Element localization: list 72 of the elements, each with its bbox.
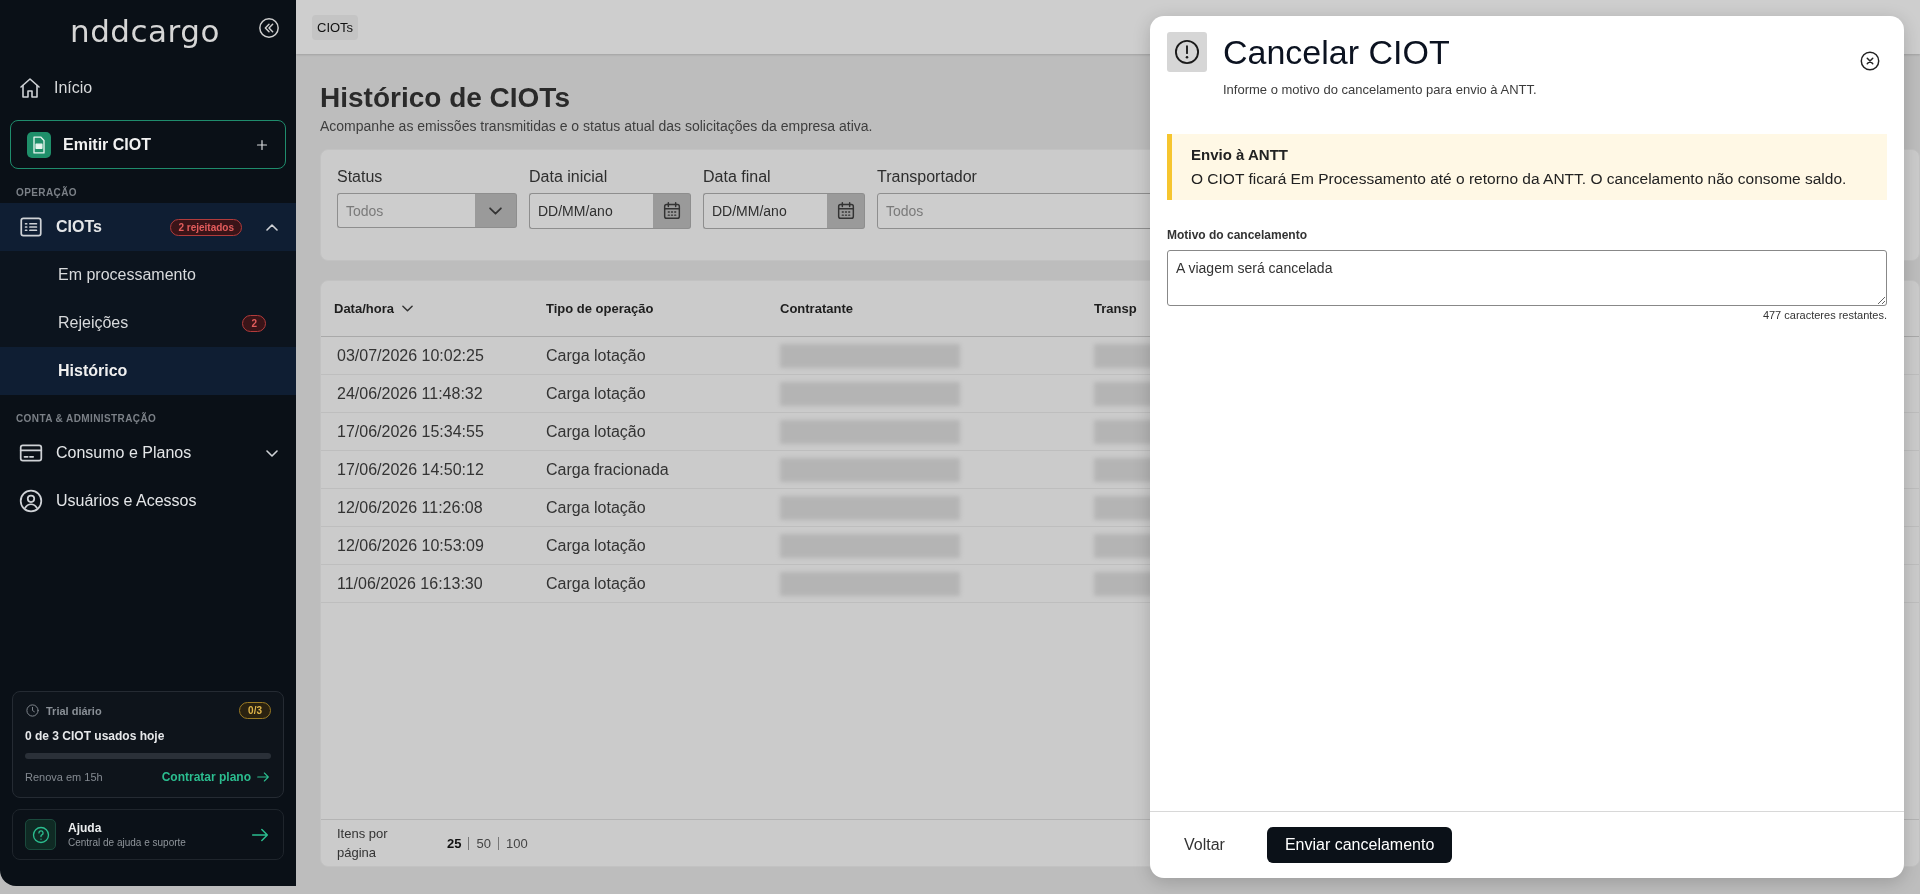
table-cell-text: 17/06/2026 15:34:55 <box>336 422 485 441</box>
column-header: Contratante <box>780 301 854 316</box>
table-cell-text: Carga lotação <box>545 422 647 441</box>
renewal-text: Renova em 15h <box>25 771 104 783</box>
document-icon <box>27 131 51 158</box>
table-cell-text: 11/06/2026 16:13:30 <box>336 574 484 593</box>
table-cell-text: Carga lotação <box>545 384 647 403</box>
page-title: Histórico de CIOTs <box>320 81 570 115</box>
field-label: Data final <box>703 168 771 186</box>
field-label: Motivo do cancelamento <box>1167 228 1309 242</box>
home-icon <box>18 76 42 100</box>
table-cell-text: 17/06/2026 14:50:12 <box>336 460 485 479</box>
table-cell-text: 12/06/2026 11:26:08 <box>336 498 484 517</box>
nav-item[interactable]: Início <box>0 60 296 116</box>
pagination-label: Itens por página <box>337 825 389 862</box>
table-cell-text: Carga lotação <box>545 346 647 365</box>
column-header[interactable]: Data/hora <box>321 301 543 316</box>
list-icon <box>18 214 44 240</box>
character-counter: 477 caracteres restantes. <box>1761 309 1887 321</box>
nav-item[interactable]: Rejeições 2 <box>0 299 296 347</box>
table-cell-text: 12/06/2026 10:53:09 <box>336 536 485 555</box>
collapse-icon[interactable] <box>258 17 280 39</box>
field-label: Data inicial <box>529 168 608 186</box>
trial-title: Trial diário <box>46 704 103 717</box>
page-size-option[interactable]: 50 <box>476 835 491 851</box>
usage-badge: 0/3 <box>239 702 271 719</box>
column-header: Tipo de operação <box>545 301 655 316</box>
field-label: Status <box>337 168 383 186</box>
section-heading: CONTA & ADMINISTRAÇÃO <box>15 413 158 424</box>
input-field[interactable]: A viagem será cancelada <box>1167 250 1887 306</box>
usage-text: 0 de 3 CIOT usados hoje <box>25 729 166 743</box>
section-heading: OPERAÇÃO <box>15 187 78 198</box>
nav-item[interactable]: Em processamento <box>0 251 296 299</box>
breadcrumb-item[interactable]: CIOTs <box>312 14 359 40</box>
dialog-subtitle: Informe o motivo do cancelamento para envio à ANTT. <box>1223 82 1538 97</box>
table-cell-text: Carga lotação <box>545 498 647 517</box>
clock-icon <box>25 703 40 718</box>
page-subtitle: Acompanhe as emissões transmitidas e o status atual das solicitações da empresa ativa. <box>320 118 873 134</box>
close-icon[interactable] <box>1859 50 1881 72</box>
chevron-up-icon <box>266 223 278 231</box>
chevron-down-icon <box>266 449 278 457</box>
logo: nddcargo <box>70 13 220 49</box>
page-size-option[interactable]: 25 <box>447 835 462 851</box>
table-cell-text: Carga lotação <box>545 574 647 593</box>
help-icon <box>25 819 56 850</box>
help-subtitle: Central de ajuda e suporte <box>68 837 187 848</box>
help-card[interactable]: Ajuda Central de ajuda e suporte <box>12 809 284 860</box>
table-cell-text: Carga fracionada <box>545 460 670 479</box>
table-cell-text: Carga lotação <box>545 536 647 555</box>
count-badge: 2 <box>242 314 266 332</box>
count-badge: 2 rejeitados <box>170 218 242 236</box>
submit-button[interactable]: Enviar cancelamento <box>1266 827 1453 863</box>
dialog-title: Cancelar CIOT <box>1223 32 1451 72</box>
table-cell-text: 03/07/2026 10:02:25 <box>336 346 485 365</box>
emit-button[interactable]: Emitir CIOT <box>10 120 286 169</box>
arrow-icon <box>255 769 271 785</box>
user-icon <box>18 488 44 514</box>
help-title: Ajuda <box>68 821 103 835</box>
banner-text: O CIOT ficará Em Processamento até o retorno da ANTT. O cancelamento não consome saldo. <box>1191 170 1848 188</box>
table-cell-text: 24/06/2026 11:48:32 <box>336 384 484 403</box>
column-header: Transp <box>1094 301 1137 316</box>
nav-item[interactable]: Usuários e Acessos <box>0 477 296 525</box>
nav-item[interactable]: CIOTs 2 rejeitados <box>0 203 296 251</box>
back-button[interactable]: Voltar <box>1166 828 1243 862</box>
banner-title: Envio à ANTT <box>1191 146 1289 163</box>
page-size-option[interactable]: 100 <box>505 835 528 851</box>
nav-item[interactable]: Histórico <box>0 347 296 395</box>
plan-link[interactable]: Contratar plano <box>161 769 271 785</box>
nav-item[interactable]: Consumo e Planos <box>0 429 296 477</box>
field-label: Transportador <box>877 168 977 186</box>
chevron-down-icon <box>401 305 413 312</box>
alert-icon <box>1167 32 1207 72</box>
